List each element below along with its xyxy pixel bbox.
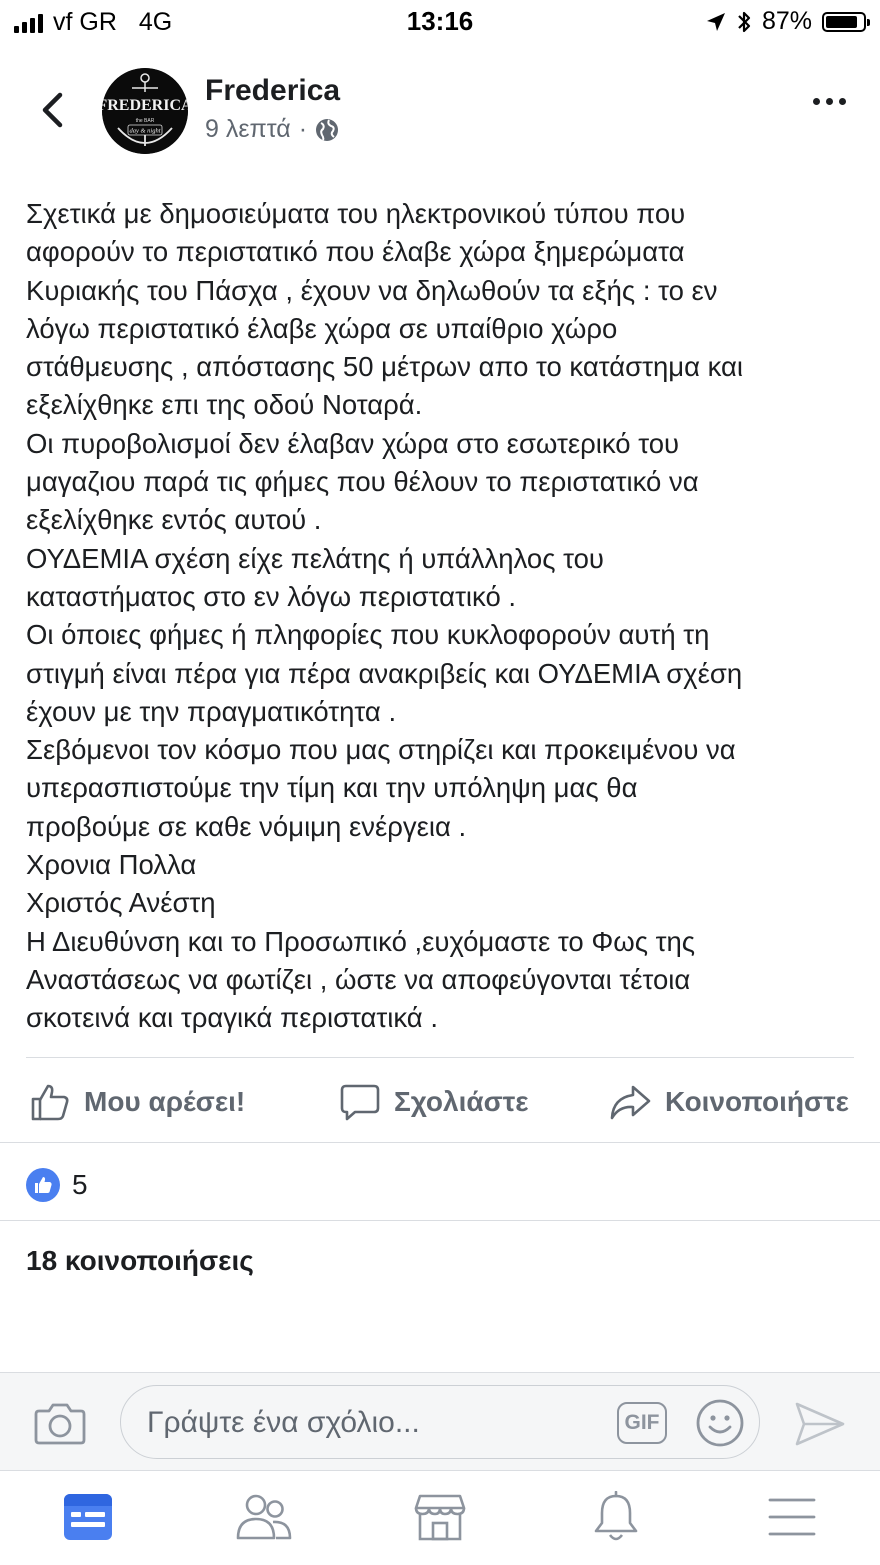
post-line: έχουν με την πραγματικότητα .: [26, 695, 397, 727]
post-line: σκοτεινά και τραγικά περιστατικά .: [26, 1002, 438, 1034]
chevron-left-icon[interactable]: [34, 90, 74, 130]
tab-friends[interactable]: [234, 1489, 294, 1545]
post-line: υπερασπιστούμε την τίμη και την υπόληψη …: [26, 772, 638, 804]
share-arrow-icon: [610, 1085, 651, 1120]
battery-percent: 87%: [761, 7, 812, 35]
post-line: εξελίχθηκε επι της οδού Νοταρά.: [26, 389, 423, 421]
post-line: στιγμή είναι πέρα για πέρα ανακριβείς κα…: [26, 657, 743, 689]
post-line: αφορούν το περιστατικό που έλαβε χώρα ξη…: [26, 236, 685, 268]
status-bar: vf GR 4G 13:16 87%: [0, 0, 880, 44]
post-line: ΟΥΔΕΜΙΑ σχέση είχε πελάτης ή υπάλληλος τ…: [26, 542, 604, 574]
like-button[interactable]: Μου αρέσει!: [30, 1066, 245, 1138]
tab-bar: [0, 1470, 880, 1565]
divider: [0, 1220, 880, 1221]
post-line: Σχετικά με δημοσιεύματα του ηλεκτρονικού…: [26, 198, 686, 229]
more-dots-icon[interactable]: [813, 98, 846, 105]
tab-news-feed[interactable]: [58, 1489, 118, 1545]
reaction-count: 5: [72, 1169, 88, 1200]
post-line: Οι πυροβολισμοί δεν έλαβαν χώρα στο εσωτ…: [26, 427, 680, 459]
meta-separator: ·: [298, 115, 308, 143]
menu-icon: [768, 1498, 816, 1536]
reactions-summary[interactable]: 5: [26, 1168, 88, 1202]
share-label: Κοινοποιήστε: [665, 1086, 849, 1117]
post-line: Η Διευθύνση και το Προσωπικό ,ευχόμαστε …: [26, 925, 696, 957]
tab-notifications[interactable]: [586, 1489, 646, 1545]
post-line: στάθμευσης , απόστασης 50 μέτρων απο το …: [26, 351, 744, 383]
thumbs-up-icon: [31, 1084, 69, 1121]
battery-icon: [822, 11, 870, 32]
frederica-logo: FREDERICA the BAR day & night: [102, 68, 188, 154]
comment-composer: Γράψτε ένα σχόλιο... GIF: [0, 1372, 880, 1471]
status-right: 87%: [706, 7, 870, 36]
location-arrow-icon: [706, 12, 725, 31]
post-line: Οι όποιες φήμες ή πληφορίες που κυκλοφορ…: [26, 619, 710, 651]
svg-text:the BAR: the BAR: [136, 118, 155, 124]
friends-icon: [236, 1494, 292, 1540]
post-header: FREDERICA the BAR day & night Frederica …: [0, 60, 880, 160]
post-line: καταστήματος στο εν λόγω περιστατικό .: [26, 580, 517, 612]
post-line: Αναστάσεως να φωτίζει , ώστε να αποφεύγο…: [26, 963, 691, 995]
divider: [0, 1142, 880, 1143]
emoji-icon[interactable]: [695, 1398, 745, 1448]
post-line: Κυριακής του Πάσχα , έχουν να δηλωθούν τ…: [26, 274, 718, 306]
post-meta: 9 λεπτά ·: [205, 115, 339, 144]
avatar[interactable]: FREDERICA the BAR day & night: [102, 68, 188, 154]
post-line: Χριστός Ανέστη: [26, 887, 216, 919]
post-text: Σχετικά με δημοσιεύματα του ηλεκτρονικού…: [26, 195, 866, 1038]
camera-icon[interactable]: [34, 1401, 86, 1445]
comment-bubble-icon: [340, 1084, 380, 1121]
share-button[interactable]: Κοινοποιήστε: [609, 1066, 849, 1138]
comment-placeholder: Γράψτε ένα σχόλιο...: [147, 1406, 420, 1439]
gif-button[interactable]: GIF: [617, 1402, 667, 1444]
like-label: Μου αρέσει!: [84, 1086, 246, 1117]
shares-count[interactable]: 18 κοινοποιήσεις: [26, 1245, 254, 1277]
post-line: εξελίχθηκε εντός αυτού .: [26, 504, 322, 536]
page-name[interactable]: Frederica: [205, 74, 340, 108]
send-icon[interactable]: [794, 1401, 846, 1447]
post-time[interactable]: 9 λεπτά: [205, 115, 291, 144]
tab-menu[interactable]: [762, 1489, 822, 1545]
svg-text:day & night: day & night: [129, 128, 160, 135]
post-line: λόγω περιστατικό έλαβε χώρα σε υπαίθριο …: [26, 312, 618, 344]
battery-fill: [826, 15, 858, 28]
tab-marketplace[interactable]: [410, 1489, 470, 1545]
post-line: προβούμε σε καθε νόμιμη ενέργεια .: [26, 810, 467, 842]
globe-icon: [316, 118, 339, 141]
comment-input[interactable]: Γράψτε ένα σχόλιο... GIF: [120, 1385, 760, 1459]
bluetooth-icon: [738, 11, 751, 32]
news-feed-icon: [64, 1494, 112, 1540]
divider: [26, 1057, 854, 1058]
post-line: μαγαζιου παρά τις φήμες που θέλουν το πε…: [26, 466, 699, 498]
like-reaction-icon: [26, 1168, 60, 1202]
post-line: Σεβόμενοι τον κόσμο που μας στηρίζει και…: [26, 734, 736, 766]
comment-label: Σχολιάστε: [394, 1086, 529, 1117]
post-line: Χρονια Πολλα: [26, 849, 197, 881]
marketplace-icon: [414, 1494, 466, 1541]
notifications-icon: [594, 1491, 638, 1541]
comment-button[interactable]: Σχολιάστε: [340, 1066, 529, 1138]
post-actions: Μου αρέσει! Σχολιάστε Κοινοποιήστε: [0, 1066, 880, 1138]
svg-text:FREDERICA: FREDERICA: [102, 97, 188, 114]
